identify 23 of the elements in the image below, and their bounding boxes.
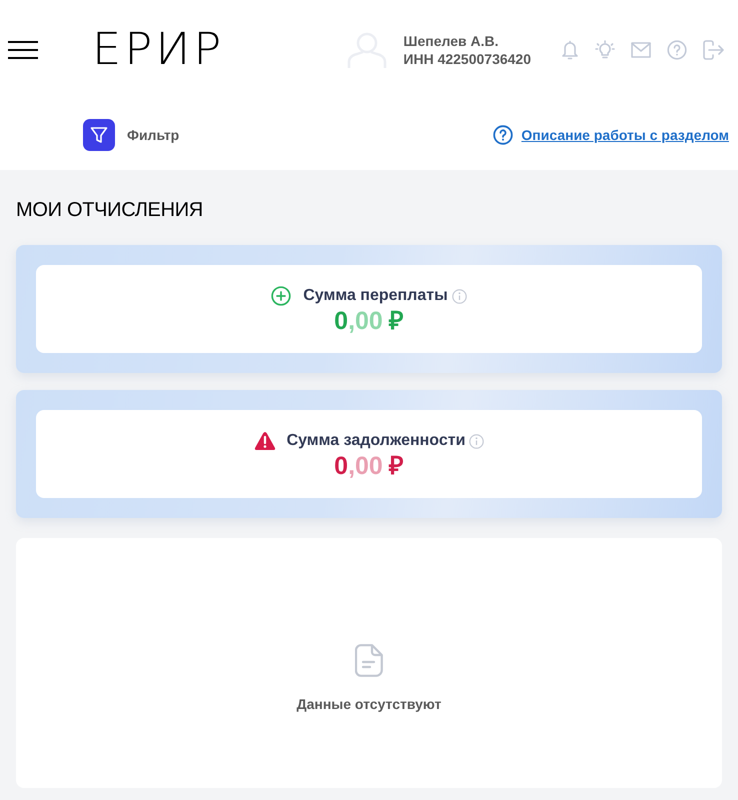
lightbulb-icon[interactable] (595, 40, 615, 60)
page-title: МОИ ОТЧИСЛЕНИЯ (16, 198, 204, 222)
filter-icon (83, 119, 115, 151)
mail-icon[interactable] (631, 42, 651, 58)
help-icon[interactable] (493, 125, 514, 145)
balance-amount: 0,00 ₽ (334, 307, 404, 335)
plus-circle-icon (271, 286, 292, 306)
user-inn: ИНН 422500736420 (403, 50, 531, 68)
empty-state-message: Данные отсутствуют (296, 694, 442, 714)
help-link[interactable]: Описание работы с разделом (521, 124, 729, 146)
logout-icon[interactable] (703, 40, 724, 60)
filter-button[interactable]: Фильтр (83, 119, 180, 151)
balance-label: Сумма задолженности (286, 431, 466, 451)
bell-icon[interactable] (561, 40, 579, 60)
balance-label: Сумма переплаты (303, 286, 448, 306)
info-icon[interactable] (469, 434, 484, 448)
balance-amount: 0,00 ₽ (334, 452, 404, 480)
user-name: Шепелев А.В. (403, 32, 500, 50)
info-icon[interactable] (452, 288, 467, 304)
menu-button[interactable] (8, 41, 38, 59)
warning-icon (254, 431, 276, 451)
document-icon (355, 644, 383, 676)
logo[interactable]: ЕРИР (92, 28, 224, 72)
